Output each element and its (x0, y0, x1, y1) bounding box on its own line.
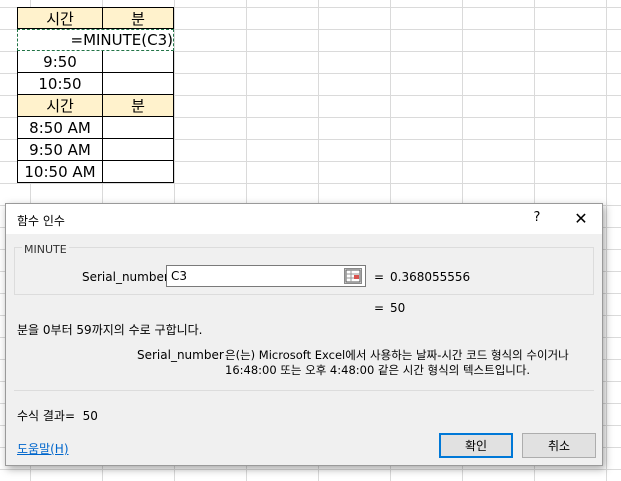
minute-cell[interactable] (103, 139, 174, 161)
header-minute-cell[interactable]: 분 (103, 7, 174, 29)
time-cell[interactable]: 10:50 AM (17, 161, 103, 183)
arg-result-value: 0.368055556 (390, 270, 471, 284)
minute-cell[interactable] (103, 51, 174, 73)
time-value: 10:50 (38, 74, 82, 93)
cancel-button[interactable]: 취소 (522, 433, 596, 458)
help-link[interactable]: 도움말(H) (17, 440, 69, 457)
help-icon[interactable]: ? (530, 210, 544, 225)
header-minute-cell[interactable]: 분 (103, 95, 174, 117)
time-value: 10:50 AM (24, 162, 96, 181)
header-time-cell[interactable]: 시간 (17, 95, 103, 117)
time-cell[interactable]: 10:50 (17, 73, 103, 95)
divider (14, 390, 594, 391)
minute-cell[interactable] (103, 161, 174, 183)
serial-number-input[interactable] (166, 265, 366, 287)
header-time-label: 시간 (46, 9, 74, 28)
minute-cell[interactable] (103, 117, 174, 139)
arg-equals-sign: = (374, 270, 385, 284)
header-time-cell[interactable]: 시간 (17, 7, 103, 29)
header-minute-label: 분 (131, 97, 145, 115)
ok-button[interactable]: 확인 (439, 433, 513, 458)
formula-result-label: 수식 결과= (17, 409, 76, 423)
arg-description-line: 은(는) Microsoft Excel에서 사용하는 날짜-시간 코드 형식의… (225, 348, 569, 362)
arg-description-text: 은(는) Microsoft Excel에서 사용하는 날짜-시간 코드 형식의… (225, 348, 595, 378)
function-name-label: MINUTE (22, 243, 69, 256)
header-minute-label: 분 (131, 9, 145, 28)
serial-number-label: Serial_number (82, 270, 169, 284)
time-value: 9:50 AM (29, 140, 91, 159)
dialog-titlebar[interactable]: 함수 인수 ? ✕ (6, 204, 602, 234)
dialog-title: 함수 인수 (17, 214, 65, 228)
function-description: 분을 0부터 59까지의 수로 구합니다. (17, 323, 203, 337)
arg-description-name: Serial_number (137, 348, 224, 362)
arg-description-line: 16:48:00 또는 오후 4:48:00 같은 시간 형식의 텍스트입니다. (225, 363, 531, 377)
minute-cell[interactable] (103, 73, 174, 95)
formula-preview-value: 50 (390, 301, 406, 315)
range-select-icon (345, 269, 361, 283)
active-formula-cell[interactable]: =MINUTE(C3) (17, 29, 174, 51)
formula-result-value: 50 (82, 409, 98, 423)
time-value: 8:50 AM (29, 118, 91, 137)
formula-result: 수식 결과= 50 (17, 407, 98, 424)
time-cell[interactable]: 9:50 AM (17, 139, 103, 161)
header-time-label: 시간 (46, 97, 74, 115)
function-arguments-dialog: 함수 인수 ? ✕ MINUTE Serial_number = 0.36805… (5, 203, 603, 466)
time-value: 9:50 (43, 52, 77, 71)
time-cell[interactable]: 8:50 AM (17, 117, 103, 139)
close-icon[interactable]: ✕ (572, 209, 590, 228)
time-cell[interactable]: 9:50 (17, 51, 103, 73)
collapse-dialog-button[interactable] (344, 268, 362, 284)
formula-equals-sign: = (374, 301, 385, 315)
formula-text: =MINUTE(C3) (70, 31, 174, 49)
